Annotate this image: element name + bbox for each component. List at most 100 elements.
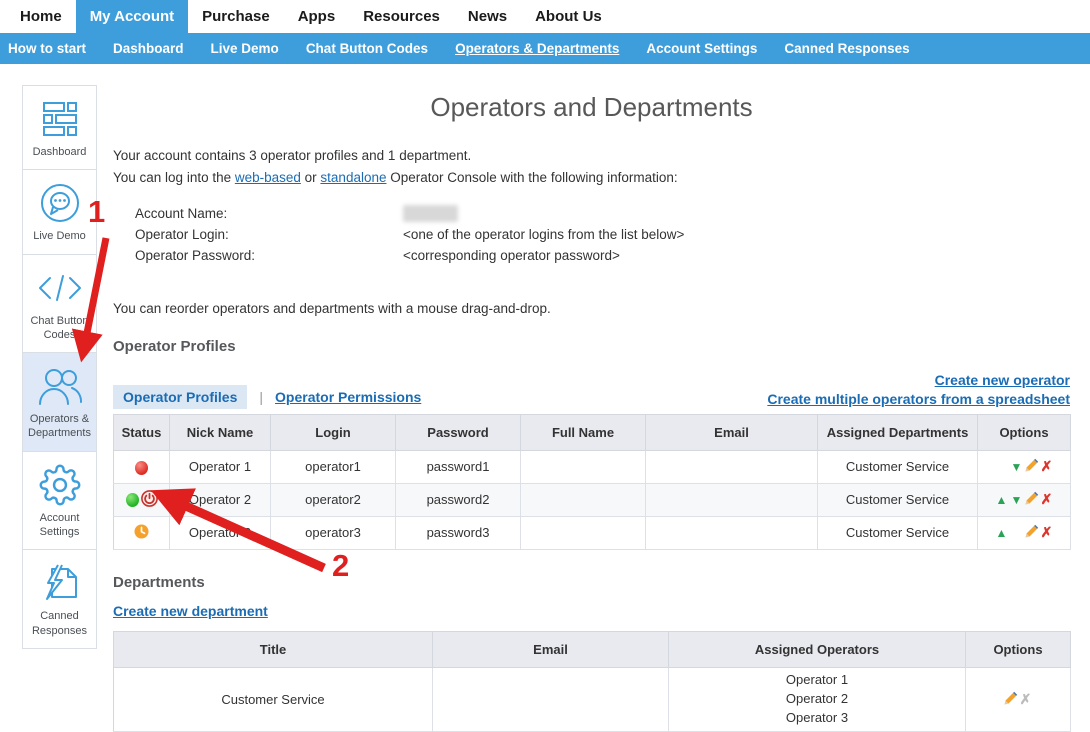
edit-icon[interactable]	[1024, 524, 1039, 541]
move-down-icon[interactable]: ▼	[1009, 460, 1024, 474]
operator-login-value: <one of the operator logins from the lis…	[403, 225, 684, 246]
main-navigation: Home My Account Purchase Apps Resources …	[0, 0, 1090, 33]
col-options: Options	[966, 631, 1071, 667]
web-based-link[interactable]: web-based	[235, 170, 301, 185]
login-cell: operator1	[271, 450, 396, 483]
login-cell: operator3	[271, 516, 396, 549]
power-logoff-icon[interactable]	[141, 490, 158, 510]
col-assigned-departments: Assigned Departments	[818, 414, 978, 450]
nav-news[interactable]: News	[454, 0, 521, 33]
edit-icon[interactable]	[1024, 458, 1039, 475]
sidebar-item-chat-button-codes[interactable]: Chat Button Codes	[22, 254, 97, 354]
col-options: Options	[978, 414, 1071, 450]
subnav-chat-button-codes[interactable]: Chat Button Codes	[306, 41, 428, 56]
nick-name-cell: Operator 3	[170, 516, 271, 549]
subnav-dashboard[interactable]: Dashboard	[113, 41, 184, 56]
code-brackets-icon	[26, 266, 93, 310]
subnav-live-demo[interactable]: Live Demo	[211, 41, 279, 56]
operator-password-label: Operator Password:	[135, 246, 403, 267]
dashboard-bricks-icon	[26, 97, 93, 141]
subnav-operators-departments[interactable]: Operators & Departments	[455, 41, 619, 56]
assigned-departments-cell: Customer Service	[818, 516, 978, 549]
sidebar-label: Live Demo	[26, 229, 93, 243]
status-online-icon	[126, 493, 139, 507]
delete-disabled-icon: ✗	[1018, 691, 1033, 708]
standalone-link[interactable]: standalone	[320, 170, 386, 185]
sidebar-item-canned-responses[interactable]: Canned Responses	[22, 549, 97, 649]
delete-icon[interactable]: ✗	[1039, 458, 1054, 475]
annotation-number-2: 2	[332, 548, 349, 584]
email-cell	[646, 450, 818, 483]
full-name-cell	[521, 516, 646, 549]
operator-password-value: <corresponding operator password>	[403, 246, 620, 267]
subnav-canned-responses[interactable]: Canned Responses	[784, 41, 909, 56]
create-new-department-link[interactable]: Create new department	[113, 603, 268, 619]
col-status: Status	[114, 414, 170, 450]
account-sub-navigation: How to start Dashboard Live Demo Chat Bu…	[0, 33, 1090, 64]
sidebar-label: Dashboard	[26, 145, 93, 159]
nick-name-cell: Operator 1	[170, 450, 271, 483]
sidebar-label: Canned Responses	[26, 609, 93, 638]
nav-purchase[interactable]: Purchase	[188, 0, 284, 33]
status-offline-icon	[135, 461, 148, 475]
create-multiple-operators-link[interactable]: Create multiple operators from a spreads…	[767, 391, 1070, 407]
login-credentials: Account Name: Operator Login: <one of th…	[135, 204, 1070, 267]
table-row: Operator 1 operator1 password1 Customer …	[114, 450, 1071, 483]
bolt-page-icon	[26, 561, 93, 605]
subnav-how-to-start[interactable]: How to start	[8, 41, 86, 56]
operator-profiles-table: Status Nick Name Login Password Full Nam…	[113, 414, 1071, 550]
nav-my-account[interactable]: My Account	[76, 0, 188, 33]
tab-operator-profiles[interactable]: Operator Profiles	[113, 385, 247, 409]
account-name-redacted-value	[403, 205, 458, 222]
col-email: Email	[646, 414, 818, 450]
delete-icon[interactable]: ✗	[1039, 491, 1054, 508]
page-title: Operators and Departments	[113, 92, 1070, 123]
email-cell	[646, 483, 818, 516]
nav-home[interactable]: Home	[6, 0, 76, 33]
intro-text: Your account contains 3 operator profile…	[113, 145, 1070, 188]
gear-icon	[26, 463, 93, 507]
annotation-number-1: 1	[88, 194, 105, 230]
operator-tabs: Operator Profiles | Operator Permissions	[113, 385, 421, 409]
assigned-departments-cell: Customer Service	[818, 483, 978, 516]
tab-separator: |	[259, 389, 263, 405]
delete-icon[interactable]: ✗	[1039, 524, 1054, 541]
account-name-label: Account Name:	[135, 204, 403, 225]
move-up-icon[interactable]: ▲	[994, 493, 1009, 507]
reorder-note: You can reorder operators and department…	[113, 301, 1070, 316]
nick-name-cell: Operator 2	[170, 483, 271, 516]
main-content: Operators and Departments Your account c…	[113, 88, 1070, 732]
col-nick-name: Nick Name	[170, 414, 271, 450]
nav-about-us[interactable]: About Us	[521, 0, 616, 33]
password-cell: password2	[396, 483, 521, 516]
nav-resources[interactable]: Resources	[349, 0, 454, 33]
move-up-icon[interactable]: ▲	[994, 526, 1009, 540]
sidebar-label: Operators & Departments	[26, 412, 93, 441]
subnav-account-settings[interactable]: Account Settings	[646, 41, 757, 56]
sidebar-label: Chat Button Codes	[26, 314, 93, 343]
tab-operator-permissions[interactable]: Operator Permissions	[275, 389, 421, 405]
login-cell: operator2	[271, 483, 396, 516]
table-row: Operator 2 operator2 password2 Customer …	[114, 483, 1071, 516]
col-assigned-operators: Assigned Operators	[669, 631, 966, 667]
col-login: Login	[271, 414, 396, 450]
operator-profiles-heading: Operator Profiles	[113, 338, 1070, 355]
status-away-clock-icon	[134, 524, 149, 542]
password-cell: password1	[396, 450, 521, 483]
move-down-icon[interactable]: ▼	[1009, 493, 1024, 507]
sidebar-item-account-settings[interactable]: Account Settings	[22, 451, 97, 551]
edit-icon[interactable]	[1024, 491, 1039, 508]
sidebar-item-live-demo[interactable]: Live Demo	[22, 169, 97, 254]
create-new-operator-link[interactable]: Create new operator	[935, 372, 1070, 388]
col-email: Email	[433, 631, 669, 667]
nav-apps[interactable]: Apps	[284, 0, 350, 33]
edit-icon[interactable]	[1003, 691, 1018, 708]
password-cell: password3	[396, 516, 521, 549]
sidebar-item-dashboard[interactable]: Dashboard	[22, 85, 97, 170]
full-name-cell	[521, 483, 646, 516]
col-full-name: Full Name	[521, 414, 646, 450]
operator-login-label: Operator Login:	[135, 225, 403, 246]
sidebar-label: Account Settings	[26, 511, 93, 540]
sidebar-item-operators-departments[interactable]: Operators & Departments	[22, 352, 97, 452]
departments-table: Title Email Assigned Operators Options C…	[113, 631, 1071, 732]
